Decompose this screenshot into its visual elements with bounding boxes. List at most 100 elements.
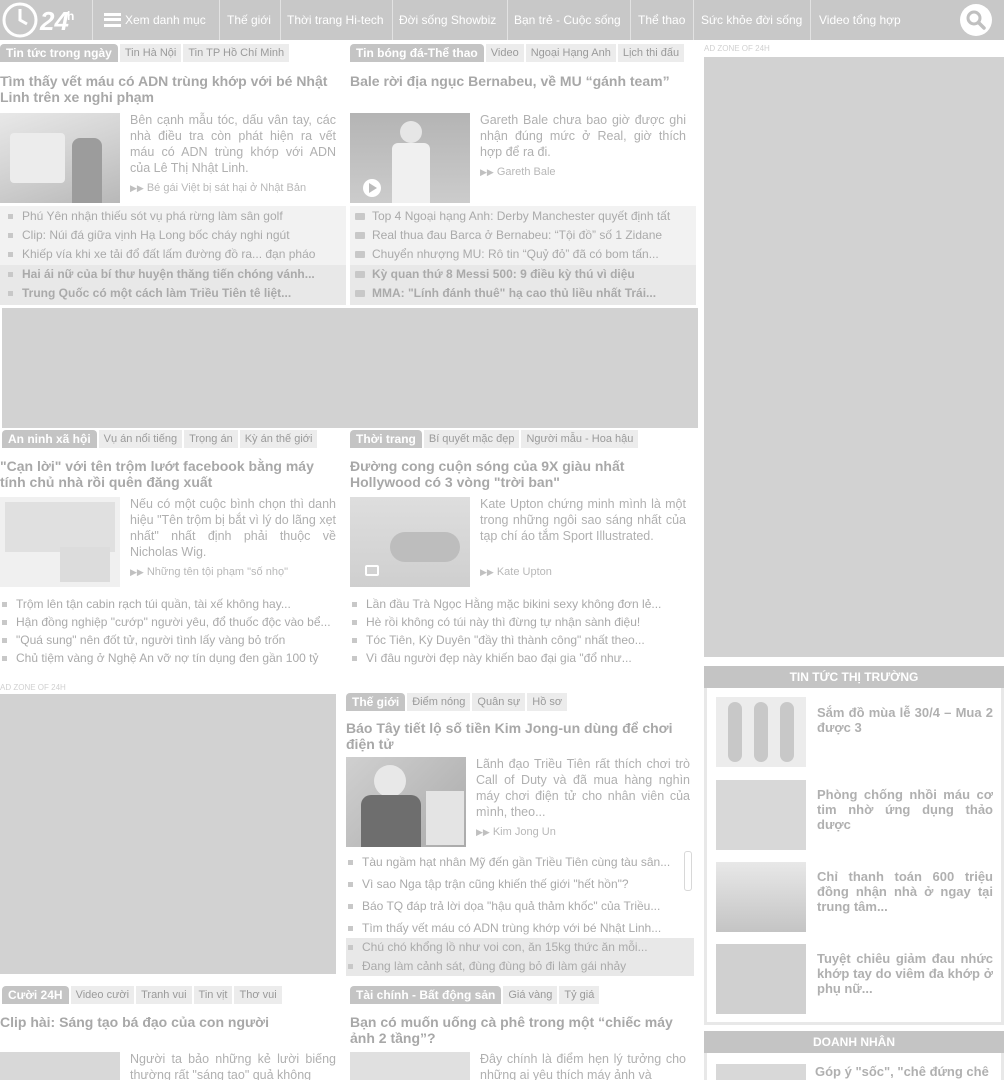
tab-cuoi-24h[interactable]: Cười 24H — [2, 986, 69, 1004]
article-headline[interactable]: Tìm thấy vết máu có ADN trùng khớp với b… — [0, 73, 340, 105]
list-item[interactable]: Kỳ quan thứ 8 Messi 500: 9 điều kỳ thú v… — [355, 265, 693, 285]
article-headline[interactable]: Bạn có muốn uống cà phê trong một “chiếc… — [350, 1014, 696, 1046]
list-item[interactable]: Hai ái nữ của bí thư huyện thăng tiến ch… — [8, 265, 344, 285]
article-thumbnail[interactable] — [350, 113, 470, 203]
market-item-thumbnail[interactable] — [716, 862, 806, 932]
list-item[interactable]: MMA: "Lính đánh thuê" hạ cao thủ liều nh… — [355, 284, 693, 304]
tab-tai-chinh-bat-dong-san[interactable]: Tài chính - Bất động sản — [350, 986, 502, 1004]
topic-tag-label: Những tên tội phạm "số nhọ" — [146, 566, 288, 578]
nav-link-doi-song-showbiz[interactable]: Đời sống Showbiz — [399, 0, 496, 40]
list-item[interactable]: "Quá sung" nên đốt tử, người tình lấy và… — [2, 631, 338, 651]
topic-tag[interactable]: ▶▶ Kim Jong Un — [476, 826, 556, 838]
article-thumbnail[interactable] — [350, 1052, 470, 1080]
tab-trong-an[interactable]: Trọng án — [184, 430, 238, 448]
list-item[interactable]: Vì đâu người đẹp này khiến bao đại gia "… — [352, 649, 688, 669]
menu-toggle[interactable]: Xem danh mục — [104, 0, 206, 40]
nav-link-ban-tre-cuoc-song[interactable]: Bạn trẻ - Cuộc sống — [514, 0, 621, 40]
sidebar-ad[interactable] — [704, 57, 1004, 657]
article-headline[interactable]: Bale rời địa ngục Bernabeu, về MU “gánh … — [350, 73, 696, 89]
article-headline[interactable]: Báo Tây tiết lộ số tiền Kim Jong-un dùng… — [346, 720, 692, 752]
tab-lich-thi-dau[interactable]: Lịch thi đấu — [617, 44, 685, 62]
tab-the-gioi[interactable]: Thế giới — [346, 693, 406, 711]
article-thumbnail[interactable] — [0, 1052, 120, 1080]
business-item-title[interactable]: Góp ý "sốc", "chê đứng chê — [815, 1064, 995, 1079]
tab-ho-so[interactable]: Hồ sơ — [527, 693, 568, 711]
topic-tag-label: Bé gái Việt bị sát hại ở Nhật Bản — [146, 182, 307, 194]
topic-tag[interactable]: ▶▶ Bé gái Việt bị sát hại ở Nhật Bản — [130, 182, 306, 194]
svg-text:24: 24 — [39, 6, 69, 36]
list-item[interactable]: Hận đồng nghiệp "cướp" người yêu, đổ thu… — [2, 613, 338, 633]
tab-ky-an-the-gioi[interactable]: Kỳ án thế giới — [239, 430, 318, 448]
list-item[interactable]: Vì sao Nga tập trận cũng khiến thế giới … — [348, 873, 678, 895]
site-logo[interactable]: 24 h — [0, 0, 92, 40]
search-button[interactable] — [960, 4, 992, 36]
tab-tranh-vui[interactable]: Tranh vui — [136, 986, 192, 1004]
article-thumbnail[interactable] — [0, 113, 120, 203]
article-headline[interactable]: "Cạn lời" với tên trộm lướt facebook bằn… — [0, 458, 340, 490]
tab-video-cuoi[interactable]: Video cười — [70, 986, 135, 1004]
nav-link-video-tong-hop[interactable]: Video tổng hợp — [819, 0, 901, 40]
list-item[interactable]: Tàu ngầm hạt nhân Mỹ đến gần Triều Tiên … — [348, 851, 678, 873]
tab-nguoi-mau-hoa-hau[interactable]: Người mẫu - Hoa hậu — [521, 430, 639, 448]
topic-tag[interactable]: ▶▶ Những tên tội phạm "số nhọ" — [130, 566, 288, 578]
market-item-title[interactable]: Chỉ thanh toán 600 triệu đồng nhận nhà ở… — [817, 869, 993, 914]
nav-link-the-gioi[interactable]: Thế giới — [227, 0, 271, 40]
nav-divider — [630, 0, 631, 40]
nav-link-thoi-trang-hi-tech[interactable]: Thời trang Hi-tech — [287, 0, 384, 40]
topic-tag[interactable]: ▶▶ Gareth Bale — [480, 166, 556, 178]
list-item[interactable]: Phú Yên nhận thiếu sót vụ phá rừng làm s… — [8, 207, 344, 227]
nav-link-suc-khoe-doi-song[interactable]: Sức khỏe đời sống — [701, 0, 802, 40]
tab-tin-bong-da-the-thao[interactable]: Tin bóng đá-Thể thao — [350, 44, 484, 62]
article-thumbnail[interactable] — [350, 497, 470, 587]
market-item-title[interactable]: Sắm đồ mùa lễ 30/4 – Mua 2 được 3 — [817, 705, 993, 735]
list-item[interactable]: Báo TQ đáp trả lời dọa "hậu quả thảm khố… — [348, 895, 678, 917]
article-summary: Bên cạnh mẫu tóc, dấu vân tay, các nhà đ… — [130, 113, 336, 175]
tab-ty-gia[interactable]: Tỷ giá — [559, 986, 600, 1004]
tab-tin-tuc-trong-ngay[interactable]: Tin tức trong ngày — [0, 44, 118, 62]
list-item[interactable]: Chuyển nhượng MU: Rô tin “Quỷ đỏ” đã có … — [355, 245, 693, 265]
tab-quan-su[interactable]: Quân sự — [472, 693, 526, 711]
tab-tin-tp-hcm[interactable]: Tin TP Hồ Chí Minh — [183, 44, 290, 62]
article-headline[interactable]: Clip hài: Sáng tạo bá đạo của con người — [0, 1014, 340, 1030]
list-scrollbar[interactable] — [684, 851, 692, 891]
list-item[interactable]: Hè rồi không có túi này thì đừng tự nhận… — [352, 613, 688, 633]
tab-thoi-trang[interactable]: Thời trang — [350, 430, 422, 448]
nav-divider — [810, 0, 811, 40]
article-thumbnail[interactable] — [0, 497, 120, 587]
video-icon — [355, 232, 365, 240]
topic-tag[interactable]: ▶▶ Kate Upton — [480, 566, 552, 578]
list-item[interactable]: Khiếp vía khi xe tải đổ đất lấm đường đồ… — [8, 245, 344, 265]
tab-ngoai-hang-anh[interactable]: Ngoại Hạng Anh — [525, 44, 616, 62]
tab-tin-vit[interactable]: Tin vịt — [193, 986, 233, 1004]
tab-video[interactable]: Video — [485, 44, 524, 62]
market-item-thumbnail[interactable] — [716, 780, 806, 850]
tab-tin-ha-noi[interactable]: Tin Hà Nội — [119, 44, 182, 62]
list-item[interactable]: Chủ tiệm vàng ở Nghệ An vỡ nợ tín dụng đ… — [2, 649, 338, 669]
list-item[interactable]: Tóc Tiên, Kỳ Duyên "đầy thì thành công" … — [352, 631, 688, 651]
tab-tho-vui[interactable]: Thơ vui — [234, 986, 282, 1004]
market-item-title[interactable]: Tuyệt chiêu giảm đau nhức khớp tay do vi… — [817, 951, 993, 996]
banner-ad[interactable] — [2, 308, 698, 428]
list-item[interactable]: Top 4 Ngoại hạng Anh: Derby Manchester q… — [355, 207, 693, 227]
list-item[interactable]: Lần đầu Trà Ngọc Hằng mặc bikini sexy kh… — [352, 595, 688, 615]
article-thumbnail[interactable] — [346, 757, 466, 847]
list-item[interactable]: Real thua đau Barca ở Bernabeu: “Tội đồ”… — [355, 226, 693, 246]
tab-gia-vang[interactable]: Giá vàng — [503, 986, 558, 1004]
list-item[interactable]: Tìm thấy vết máu có ADN trùng khớp với b… — [348, 917, 678, 939]
list-item[interactable]: Trộm lên tận cabin rạch túi quần, tài xế… — [2, 595, 338, 615]
list-item[interactable]: Chú chó khổng lồ như voi con, ăn 15kg th… — [348, 938, 678, 958]
list-item[interactable]: Đang làm cảnh sát, đùng đùng bỏ đi làm g… — [348, 957, 678, 977]
tab-diem-nong[interactable]: Điểm nóng — [407, 693, 471, 711]
list-item[interactable]: Clip: Núi đá giữa vịnh Hạ Long bốc cháy … — [8, 226, 344, 246]
market-item-thumbnail[interactable] — [716, 944, 806, 1014]
tab-bi-quyet-mac-dep[interactable]: Bí quyết mặc đẹp — [423, 430, 520, 448]
market-item-title[interactable]: Phòng chống nhồi máu cơ tim nhờ ứng dụng… — [817, 787, 993, 832]
ad-slot[interactable] — [0, 694, 336, 974]
list-item[interactable]: Trung Quốc có một cách làm Triều Tiên tê… — [8, 284, 344, 304]
tab-an-ninh-xa-hoi[interactable]: An ninh xã hội — [2, 430, 97, 448]
nav-link-the-thao[interactable]: Thể thao — [638, 0, 685, 40]
tab-vu-an-noi-tieng[interactable]: Vụ án nổi tiếng — [98, 430, 183, 448]
market-item-thumbnail[interactable] — [716, 697, 806, 767]
article-headline[interactable]: Đường cong cuộn sóng của 9X giàu nhất Ho… — [350, 458, 650, 490]
business-item-thumbnail[interactable] — [716, 1064, 806, 1080]
